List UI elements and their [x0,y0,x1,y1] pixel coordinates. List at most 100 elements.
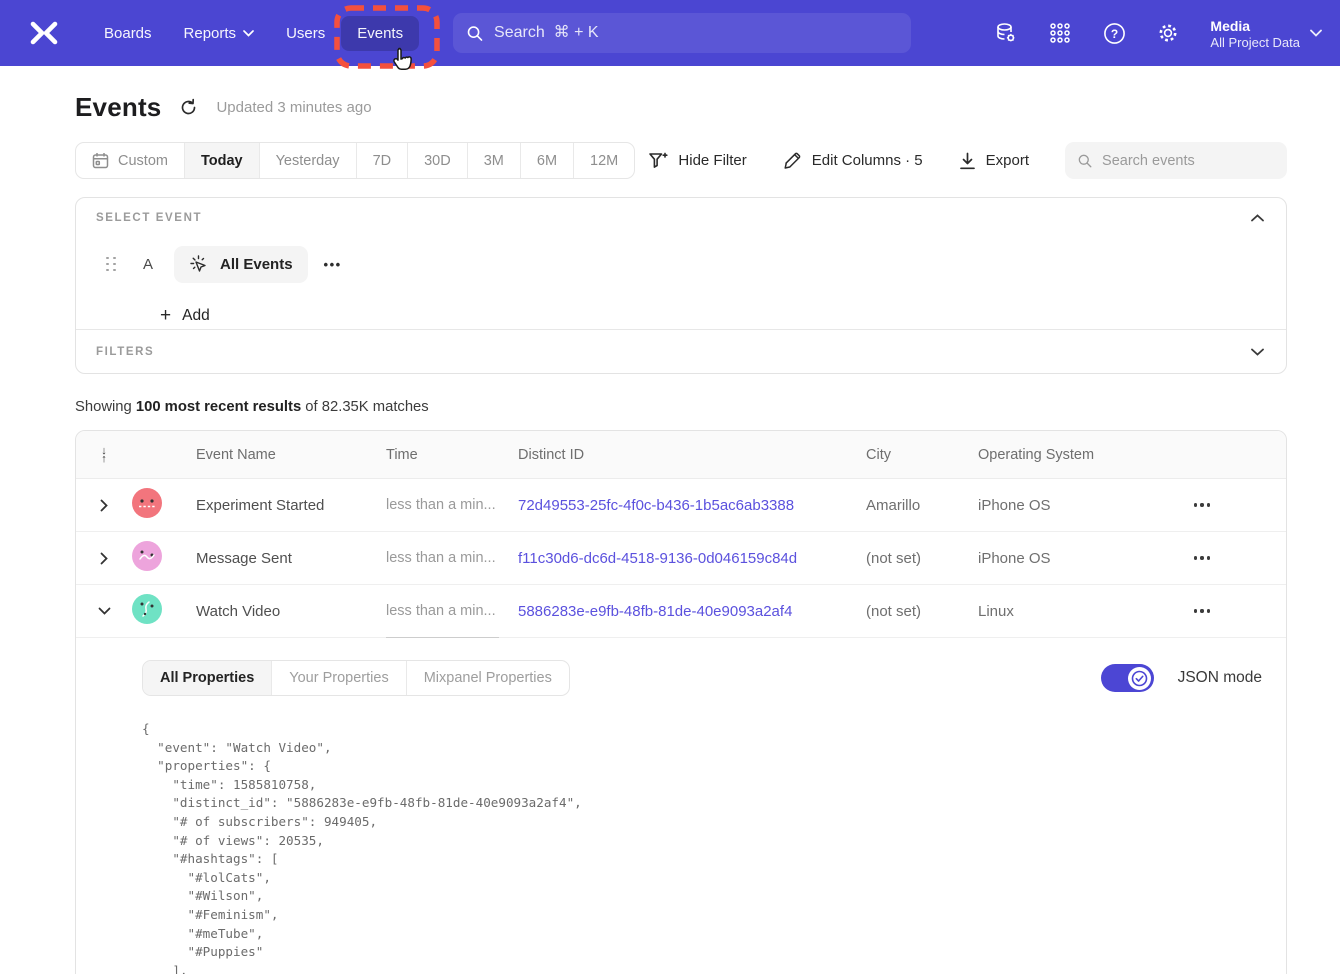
json-line: "#Wilson", [142,887,1262,906]
mixpanel-logo-icon[interactable] [22,20,66,46]
expand-row-icon[interactable] [76,499,132,512]
json-line: "#Feminism", [142,906,1262,925]
event-avatar [132,541,172,576]
navbar-right: ? Media All Project Data [994,17,1322,50]
row-overflow-icon[interactable] [1188,503,1286,506]
event-os: iPhone OS [978,550,1188,567]
table-row[interactable]: Message Sent less than a min... f11c30d6… [76,532,1286,585]
hide-filter-label: Hide Filter [678,152,746,169]
collapse-chevron-up-icon[interactable] [1251,214,1264,222]
json-line: "distinct_id": "5886283e-e9fb-48fb-81de-… [142,794,1262,813]
date-option-30d[interactable]: 30D [408,143,468,178]
export-label: Export [986,152,1029,169]
global-search-input[interactable] [494,24,897,42]
event-time: less than a min... [386,603,518,619]
date-option-12m[interactable]: 12M [574,143,634,178]
nav-label: Reports [184,25,237,42]
controls-row: Custom Today Yesterday 7D 30D 3M 6M 12M [75,142,1287,179]
tab-mixpanel-properties[interactable]: Mixpanel Properties [407,661,569,695]
nav-label: Events [357,25,403,42]
toggle-knob [1128,667,1151,690]
project-name: Media [1210,17,1300,35]
table-row[interactable]: Experiment Started less than a min... 72… [76,479,1286,532]
col-operating-system: Operating System [978,447,1188,463]
select-event-label: SELECT EVENT [96,212,202,224]
plus-icon: + [160,309,171,323]
sort-collapse-icon[interactable]: ↓↑ [76,447,132,463]
export-button[interactable]: Export [959,152,1029,170]
nav-item-reports[interactable]: Reports [168,16,271,51]
date-option-6m[interactable]: 6M [521,143,574,178]
drag-handle[interactable] [106,257,117,273]
data-management-icon[interactable] [994,21,1018,45]
table-toolbar: Hide Filter Edit Columns · 5 Export [648,142,1287,179]
event-row-overflow-icon[interactable]: ••• [324,257,342,272]
row-overflow-icon[interactable] [1188,556,1286,559]
json-line: "#meTube", [142,925,1262,944]
svg-text:?: ? [1111,27,1118,41]
collapse-row-icon[interactable] [76,607,132,615]
date-option-7d[interactable]: 7D [357,143,409,178]
search-icon [1078,153,1092,169]
date-option-today[interactable]: Today [185,143,260,178]
expand-row-icon[interactable] [76,552,132,565]
distinct-id-link[interactable]: 5886283e-e9fb-48fb-81de-40e9093a2af4 [518,603,866,620]
nav-label: Users [286,25,325,42]
event-row-letter: A [143,256,153,273]
tab-label: All Properties [160,670,254,686]
date-option-custom[interactable]: Custom [76,143,185,178]
search-events-box[interactable] [1065,142,1287,179]
json-mode-toggle[interactable] [1101,664,1154,692]
date-option-yesterday[interactable]: Yesterday [260,143,357,178]
search-events-input[interactable] [1102,153,1274,169]
expand-chevron-down-icon [1251,348,1264,356]
date-range-picker: Custom Today Yesterday 7D 30D 3M 6M 12M [75,142,635,179]
event-city: (not set) [866,603,978,620]
apps-grid-icon[interactable] [1048,21,1072,45]
json-line: "#hashtags": [ [142,850,1262,869]
event-os: iPhone OS [978,497,1188,514]
date-option-3m[interactable]: 3M [468,143,521,178]
add-event-button[interactable]: + Add [160,307,1286,325]
download-icon [959,152,976,170]
date-option-label: Yesterday [276,153,340,169]
row-overflow-icon[interactable] [1188,609,1286,612]
tab-all-properties[interactable]: All Properties [143,661,272,695]
select-event-header: SELECT EVENT [76,198,1286,224]
calendar-icon [92,152,109,169]
event-selector-chip[interactable]: All Events [174,246,308,283]
date-option-label: 6M [537,153,557,169]
project-switcher[interactable]: Media All Project Data [1210,17,1322,50]
json-line: "properties": { [142,757,1262,776]
tab-your-properties[interactable]: Your Properties [272,661,406,695]
mixpanel-events-page: Boards Reports Users Events [0,0,1340,974]
results-count: 100 most recent results [136,399,301,415]
date-option-label: Custom [118,153,168,169]
edit-columns-button[interactable]: Edit Columns · 5 [783,151,923,170]
results-prefix: Showing [75,399,136,415]
top-navbar: Boards Reports Users Events [0,0,1340,66]
distinct-id-link[interactable]: f11c30d6-dc6d-4518-9136-0d046159c84d [518,550,866,567]
event-name: Experiment Started [172,497,386,514]
event-avatar [132,594,172,629]
settings-gear-icon[interactable] [1156,21,1180,45]
json-line: "# of views": 20535, [142,832,1262,851]
nav-item-boards[interactable]: Boards [88,16,168,51]
page-header: Events Updated 3 minutes ago [75,92,372,123]
table-row-expanded[interactable]: Watch Video less than a min... 5886283e-… [76,585,1286,638]
event-city: Amarillo [866,497,978,514]
nav-item-events[interactable]: Events [341,16,419,51]
col-event-name: Event Name [172,447,386,463]
global-search[interactable] [453,13,911,53]
filters-section-toggle[interactable]: FILTERS [76,329,1286,373]
date-option-label: 30D [424,153,451,169]
help-icon[interactable]: ? [1102,21,1126,45]
tab-label: Mixpanel Properties [424,670,552,686]
table-header-row: ↓↑ Event Name Time Distinct ID City Oper… [76,431,1286,479]
nav-item-users[interactable]: Users [270,16,341,51]
hide-filter-button[interactable]: Hide Filter [648,152,746,170]
distinct-id-link[interactable]: 72d49553-25fc-4f0c-b436-1b5ac6ab3388 [518,497,866,514]
search-icon [467,25,483,42]
refresh-icon[interactable] [179,98,198,117]
date-option-label: Today [201,153,243,169]
